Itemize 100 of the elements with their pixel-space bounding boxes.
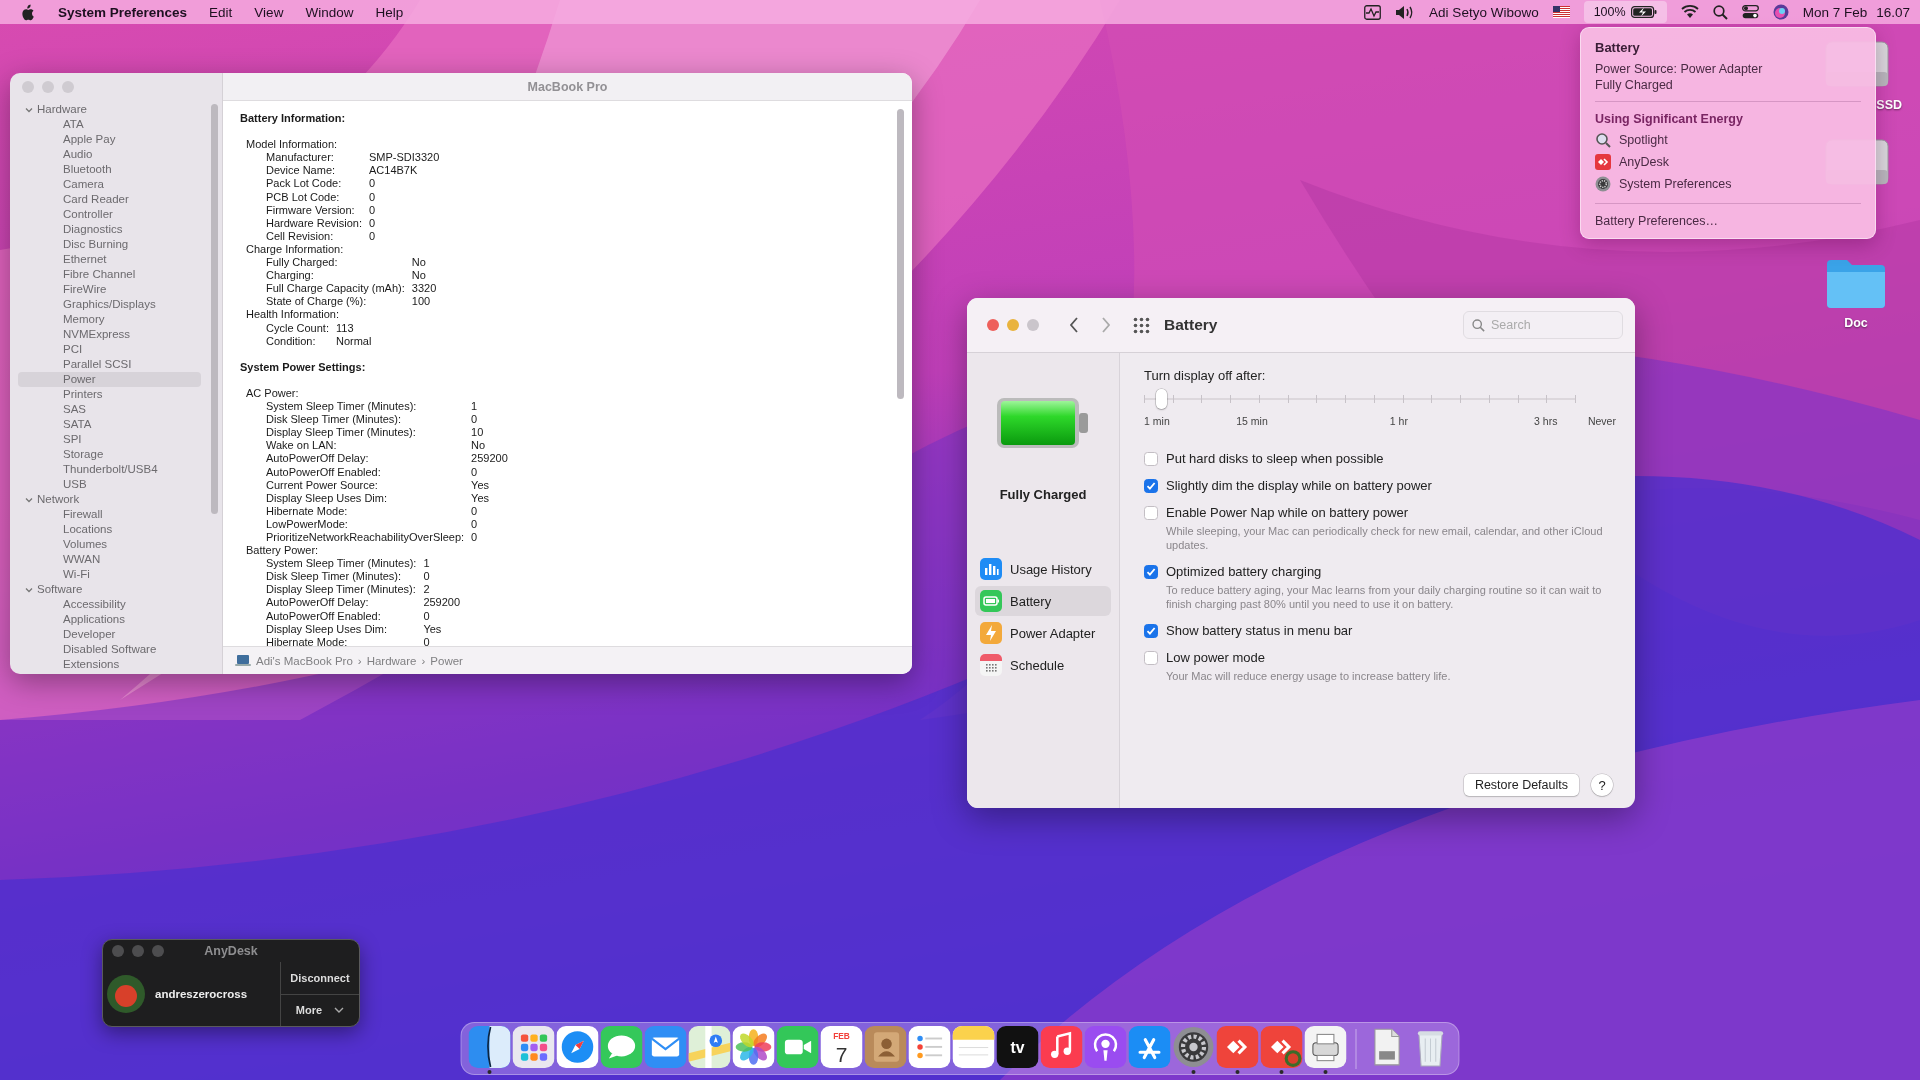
sidebar-item[interactable]: Firewall bbox=[18, 507, 201, 522]
sidebar-item[interactable]: Battery bbox=[975, 586, 1111, 616]
help-button[interactable]: ? bbox=[1591, 774, 1613, 796]
podcast-icon[interactable] bbox=[1084, 1026, 1127, 1068]
checkbox-label[interactable]: Put hard disks to sleep when possible bbox=[1166, 451, 1384, 466]
video-camera-icon[interactable] bbox=[776, 1026, 819, 1068]
checkbox[interactable] bbox=[1144, 623, 1158, 638]
checkbox-label[interactable]: Slightly dim the display while on battery power bbox=[1166, 478, 1432, 493]
close-button[interactable] bbox=[112, 945, 124, 957]
checkbox[interactable] bbox=[1144, 564, 1158, 579]
sidebar-item[interactable]: Developer bbox=[18, 627, 201, 642]
apple-icon[interactable] bbox=[20, 2, 36, 22]
calendar-icon[interactable]: FEB 7 bbox=[820, 1026, 863, 1068]
diamond-arrows-icon[interactable] bbox=[1216, 1026, 1259, 1068]
scrollbar-thumb[interactable] bbox=[211, 104, 218, 514]
checkbox-label[interactable]: Show battery status in menu bar bbox=[1166, 623, 1353, 638]
sidebar-category[interactable]: Network bbox=[18, 492, 207, 507]
clock-text[interactable]: 16.07 bbox=[1876, 4, 1910, 20]
app-store-icon[interactable] bbox=[1128, 1026, 1171, 1068]
menu-item[interactable]: Edit bbox=[209, 4, 233, 20]
flower-icon[interactable] bbox=[732, 1026, 775, 1068]
sidebar-item[interactable]: FireWire bbox=[18, 282, 201, 297]
toggle-switches-icon[interactable] bbox=[1741, 5, 1759, 19]
tv-icon[interactable]: tv bbox=[996, 1026, 1039, 1068]
sidebar-item[interactable]: Applications bbox=[18, 612, 201, 627]
date-text[interactable]: Mon 7 Feb bbox=[1802, 4, 1868, 20]
sidebar-item[interactable]: Extensions bbox=[18, 657, 201, 672]
battery-status-menu[interactable]: 100% bbox=[1583, 1, 1667, 23]
pulse-graph-icon[interactable] bbox=[1364, 4, 1382, 20]
sidebar-item[interactable]: Diagnostics bbox=[18, 222, 201, 237]
gear-icon[interactable] bbox=[1172, 1026, 1215, 1068]
sidebar-item[interactable]: Power Adapter bbox=[975, 618, 1111, 648]
restore-defaults-button[interactable]: Restore Defaults bbox=[1463, 774, 1579, 796]
scrollbar-thumb[interactable] bbox=[897, 109, 904, 399]
app-grid-icon[interactable] bbox=[512, 1026, 555, 1068]
sidebar-item[interactable]: Camera bbox=[18, 177, 201, 192]
sidebar-item[interactable]: Thunderbolt/USB4 bbox=[18, 462, 201, 477]
sidebar-item[interactable]: Controller bbox=[18, 207, 201, 222]
sidebar-item[interactable]: Parallel SCSI bbox=[18, 357, 201, 372]
sidebar-item[interactable]: SATA bbox=[18, 417, 201, 432]
sidebar-item[interactable]: Wi-Fi bbox=[18, 567, 201, 582]
sidebar-item[interactable]: Locations bbox=[18, 522, 201, 537]
search-field[interactable]: Search bbox=[1463, 311, 1623, 339]
sidebar-item[interactable]: ATA bbox=[18, 117, 201, 132]
sidebar-item[interactable]: Ethernet bbox=[18, 252, 201, 267]
map-icon[interactable] bbox=[688, 1026, 731, 1068]
menu-item[interactable]: Help bbox=[375, 4, 404, 20]
flag-icon[interactable] bbox=[1552, 6, 1570, 18]
sidebar-item[interactable]: Disc Burning bbox=[18, 237, 201, 252]
menu-item[interactable]: View bbox=[254, 4, 284, 20]
grid-icon[interactable] bbox=[1133, 316, 1150, 334]
menu-item[interactable]: Window bbox=[305, 4, 354, 20]
sidebar-item[interactable]: Disabled Software bbox=[18, 642, 201, 657]
minimize-button[interactable] bbox=[132, 945, 144, 957]
checkbox-label[interactable]: Enable Power Nap while on battery power bbox=[1166, 505, 1409, 520]
sidebar-item[interactable]: Apple Pay bbox=[18, 132, 201, 147]
more-button[interactable]: More bbox=[281, 993, 359, 1026]
sidebar-item[interactable]: Fibre Channel bbox=[18, 267, 201, 282]
sidebar-item[interactable]: Usage History bbox=[975, 554, 1111, 584]
compass-icon[interactable] bbox=[556, 1026, 599, 1068]
user-name-menu[interactable]: Adi Setyo Wibowo bbox=[1429, 4, 1539, 20]
app-menu[interactable]: System Preferences bbox=[58, 4, 188, 20]
search-icon[interactable] bbox=[1712, 4, 1728, 20]
sidebar-item[interactable]: NVMExpress bbox=[18, 327, 201, 342]
music-note-icon[interactable] bbox=[1040, 1026, 1083, 1068]
checkbox-label[interactable]: Low power mode bbox=[1166, 650, 1265, 665]
speech-bubble-icon[interactable] bbox=[600, 1026, 643, 1068]
sidebar-item[interactable]: SPI bbox=[18, 432, 201, 447]
checkbox[interactable] bbox=[1144, 505, 1158, 520]
path-item[interactable]: Hardware bbox=[366, 654, 417, 667]
sidebar-item[interactable]: Accessibility bbox=[18, 597, 201, 612]
sidebar-item[interactable]: SAS bbox=[18, 402, 201, 417]
sidebar-item[interactable]: Audio bbox=[18, 147, 201, 162]
sidebar-item[interactable]: Card Reader bbox=[18, 192, 201, 207]
checkbox[interactable] bbox=[1144, 478, 1158, 493]
menu-item[interactable]: System Preferences bbox=[1581, 173, 1875, 195]
orb-icon[interactable] bbox=[1772, 4, 1789, 20]
sidebar-item[interactable]: USB bbox=[18, 477, 201, 492]
sidebar-item[interactable]: Graphics/Displays bbox=[18, 297, 201, 312]
menu-item[interactable]: Spotlight bbox=[1581, 129, 1875, 151]
disconnect-button[interactable]: Disconnect bbox=[281, 962, 359, 994]
sidebar-item[interactable]: Storage bbox=[18, 447, 201, 462]
address-book-icon[interactable] bbox=[864, 1026, 907, 1068]
path-item[interactable]: Adi's MacBook Pro bbox=[256, 654, 353, 667]
sidebar-item[interactable]: Schedule bbox=[975, 650, 1111, 680]
two-tone-tile-icon[interactable] bbox=[468, 1026, 511, 1068]
menu-item[interactable]: AnyDesk bbox=[1581, 151, 1875, 173]
sidebar-category[interactable]: Hardware bbox=[18, 102, 207, 117]
printer-icon[interactable] bbox=[1304, 1026, 1347, 1068]
menu-item[interactable]: Battery Preferences… bbox=[1581, 212, 1875, 230]
checklist-icon[interactable] bbox=[908, 1026, 951, 1068]
back-button[interactable] bbox=[1069, 317, 1079, 333]
sidebar-item[interactable]: PCI bbox=[18, 342, 201, 357]
close-button[interactable] bbox=[987, 319, 999, 331]
slider-thumb[interactable] bbox=[1156, 389, 1168, 409]
checkbox[interactable] bbox=[1144, 650, 1158, 665]
sidebar-category[interactable]: Software bbox=[18, 582, 207, 597]
diamond-arrows-icon[interactable] bbox=[1260, 1026, 1303, 1068]
sidebar-item[interactable]: Bluetooth bbox=[18, 162, 201, 177]
sidebar-item[interactable]: WWAN bbox=[18, 552, 201, 567]
